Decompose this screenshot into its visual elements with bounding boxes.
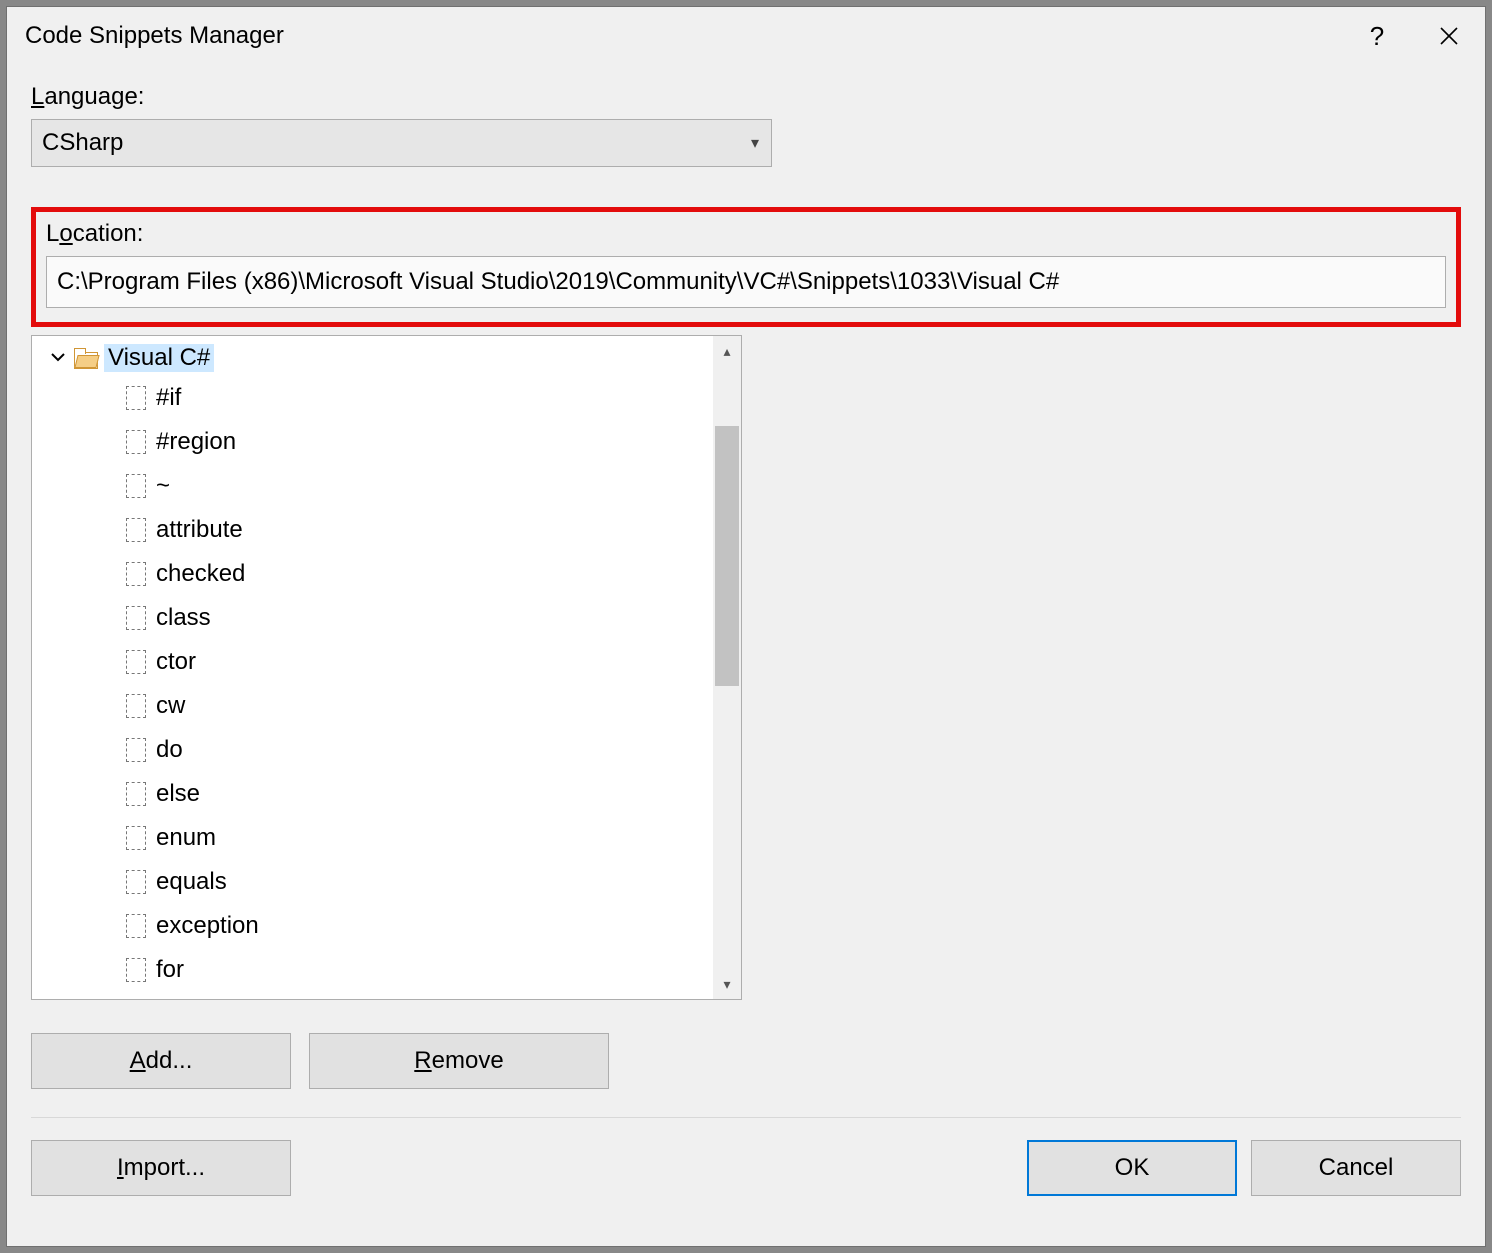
titlebar-controls: ? <box>1341 7 1485 65</box>
remove-button[interactable]: Remove <box>309 1033 609 1089</box>
tree-item[interactable]: for <box>126 948 712 992</box>
language-label-text: anguage: <box>44 83 144 110</box>
tree-item[interactable]: #if <box>126 376 712 420</box>
tree-item-label: cw <box>156 692 185 720</box>
snippet-icon <box>126 562 146 586</box>
add-label: dd... <box>146 1047 193 1074</box>
close-icon <box>1439 26 1459 46</box>
tree-item-label: attribute <box>156 516 243 544</box>
location-input[interactable]: C:\Program Files (x86)\Microsoft Visual … <box>46 256 1446 308</box>
expand-icon[interactable] <box>48 347 68 367</box>
add-accel: A <box>130 1047 146 1074</box>
import-accel: I <box>117 1154 124 1181</box>
remove-label: emove <box>432 1047 504 1074</box>
footer-row: Import... OK Cancel <box>31 1140 1461 1196</box>
tree-item[interactable]: #region <box>126 420 712 464</box>
dialog-window: Code Snippets Manager ? Language: CSharp… <box>6 6 1486 1247</box>
tree-item-label: else <box>156 780 200 808</box>
snippet-icon <box>126 650 146 674</box>
tree-item-label: enum <box>156 824 216 852</box>
language-dropdown[interactable]: CSharp ▾ <box>31 119 772 167</box>
tree-item[interactable]: else <box>126 772 712 816</box>
language-selected: CSharp <box>42 129 123 157</box>
snippet-icon <box>126 914 146 938</box>
titlebar: Code Snippets Manager ? <box>7 7 1485 65</box>
snippet-icon <box>126 430 146 454</box>
snippet-icon <box>126 386 146 410</box>
separator <box>31 1117 1461 1118</box>
close-button[interactable] <box>1413 7 1485 65</box>
cancel-button[interactable]: Cancel <box>1251 1140 1461 1196</box>
tree-item-label: ~ <box>156 472 170 500</box>
tree-children: #if #region ~ attribute checked class ct… <box>48 376 712 992</box>
snippet-icon <box>126 870 146 894</box>
snippet-icon <box>126 606 146 630</box>
snippet-icon <box>126 474 146 498</box>
tree-item[interactable]: ~ <box>126 464 712 508</box>
snippet-icon <box>126 694 146 718</box>
folder-icon <box>74 348 98 368</box>
content-area: Language: CSharp ▾ Location: C:\Program … <box>7 65 1485 1246</box>
tree-scrollbar[interactable]: ▴ ▾ <box>713 336 741 999</box>
tree-item[interactable]: attribute <box>126 508 712 552</box>
ok-button[interactable]: OK <box>1027 1140 1237 1196</box>
import-button[interactable]: Import... <box>31 1140 291 1196</box>
snippet-icon <box>126 958 146 982</box>
tree-item[interactable]: ctor <box>126 640 712 684</box>
tree-item[interactable]: checked <box>126 552 712 596</box>
snippet-icon <box>126 518 146 542</box>
tree-item[interactable]: cw <box>126 684 712 728</box>
tree-item[interactable]: enum <box>126 816 712 860</box>
help-button[interactable]: ? <box>1341 7 1413 65</box>
snippet-icon <box>126 738 146 762</box>
window-title: Code Snippets Manager <box>25 22 1341 50</box>
add-button[interactable]: Add... <box>31 1033 291 1089</box>
snippet-icon <box>126 826 146 850</box>
import-label: mport... <box>124 1154 205 1181</box>
location-highlight-box: Location: C:\Program Files (x86)\Microso… <box>31 207 1461 327</box>
tree-item[interactable]: class <box>126 596 712 640</box>
tree-item-label: equals <box>156 868 227 896</box>
tree-item-label: ctor <box>156 648 196 676</box>
language-label: Language: <box>31 83 1461 111</box>
action-button-row: Add... Remove <box>31 1033 1461 1089</box>
location-label: Location: <box>46 220 1446 248</box>
tree-root-label: Visual C# <box>104 344 214 372</box>
tree-item-label: #if <box>156 384 181 412</box>
scroll-thumb[interactable] <box>715 426 739 686</box>
language-label-accel: L <box>31 83 44 110</box>
snippet-icon <box>126 782 146 806</box>
split-panel: Visual C# #if #region ~ attribute checke… <box>31 335 1461 1005</box>
snippet-tree-panel: Visual C# #if #region ~ attribute checke… <box>31 335 742 1000</box>
snippet-tree[interactable]: Visual C# #if #region ~ attribute checke… <box>32 336 712 992</box>
tree-item-label: #region <box>156 428 236 456</box>
scroll-down-icon[interactable]: ▾ <box>713 969 741 999</box>
tree-item[interactable]: equals <box>126 860 712 904</box>
footer-right: OK Cancel <box>1027 1140 1461 1196</box>
tree-item-label: do <box>156 736 183 764</box>
remove-accel: R <box>414 1047 431 1074</box>
chevron-down-icon: ▾ <box>751 133 759 153</box>
tree-item-label: class <box>156 604 211 632</box>
tree-item-label: exception <box>156 912 259 940</box>
tree-item-label: checked <box>156 560 245 588</box>
tree-item[interactable]: exception <box>126 904 712 948</box>
tree-item-label: for <box>156 956 184 984</box>
tree-root[interactable]: Visual C# <box>48 340 712 376</box>
scroll-up-icon[interactable]: ▴ <box>713 336 741 366</box>
tree-item[interactable]: do <box>126 728 712 772</box>
